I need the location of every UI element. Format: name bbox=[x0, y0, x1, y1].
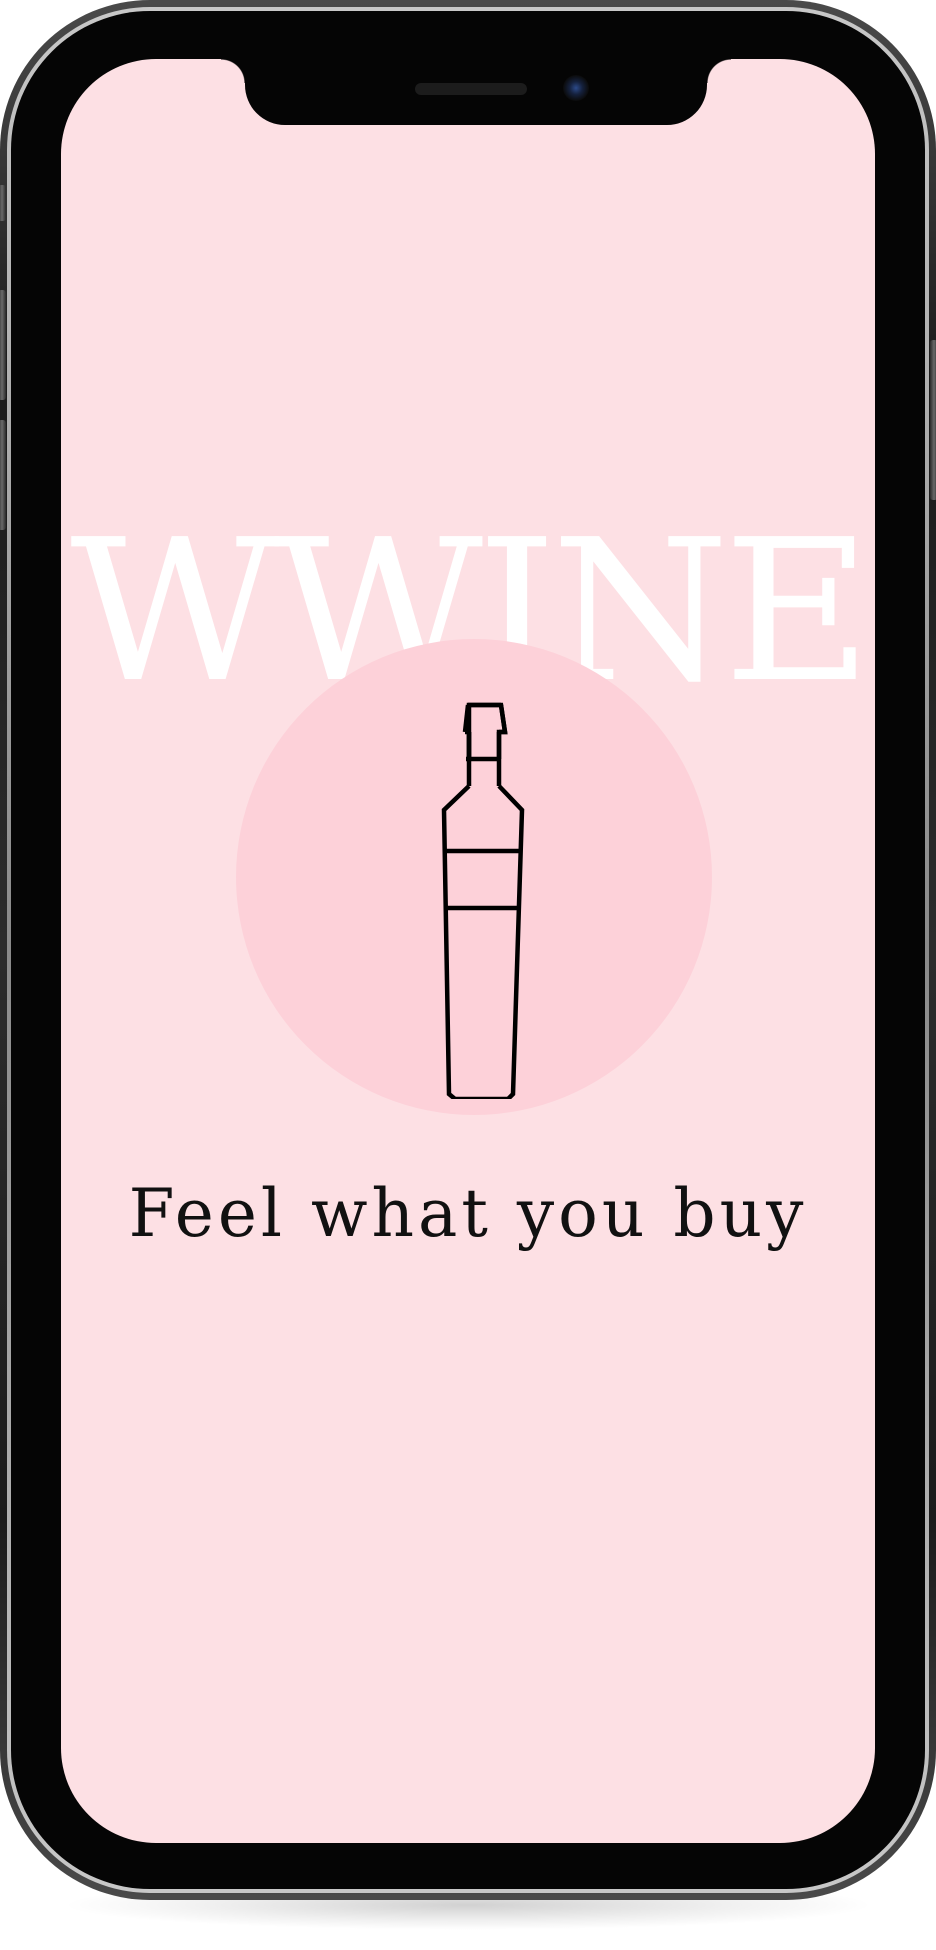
tagline: Feel what you buy bbox=[128, 1175, 808, 1252]
side-button-right bbox=[930, 340, 936, 500]
side-button-left-3 bbox=[0, 420, 6, 530]
wine-bottle-icon bbox=[441, 702, 525, 1099]
phone-bezel: WWINE Feel what you buy bbox=[11, 11, 925, 1889]
phone-frame: WWINE Feel what you buy bbox=[0, 0, 936, 1900]
side-button-left-2 bbox=[0, 290, 6, 400]
speaker-grille bbox=[415, 83, 527, 95]
notch bbox=[221, 59, 731, 125]
side-button-left-1 bbox=[0, 185, 6, 221]
front-camera bbox=[563, 75, 589, 101]
device-mockup: WWINE Feel what you buy bbox=[0, 0, 936, 1950]
splash-screen: WWINE Feel what you buy bbox=[61, 59, 875, 1843]
phone-rim: WWINE Feel what you buy bbox=[7, 7, 929, 1893]
